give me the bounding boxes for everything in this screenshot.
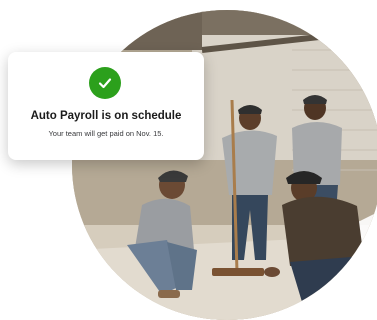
notification-subtitle: Your team will get paid on Nov. 15.: [48, 129, 164, 138]
payroll-promo-illustration: Auto Payroll is on schedule Your team wi…: [0, 0, 377, 320]
payroll-status-card: Auto Payroll is on schedule Your team wi…: [8, 52, 204, 160]
check-circle-icon: [89, 67, 121, 99]
checkmark-icon: [98, 78, 112, 89]
notification-title: Auto Payroll is on schedule: [30, 110, 182, 122]
